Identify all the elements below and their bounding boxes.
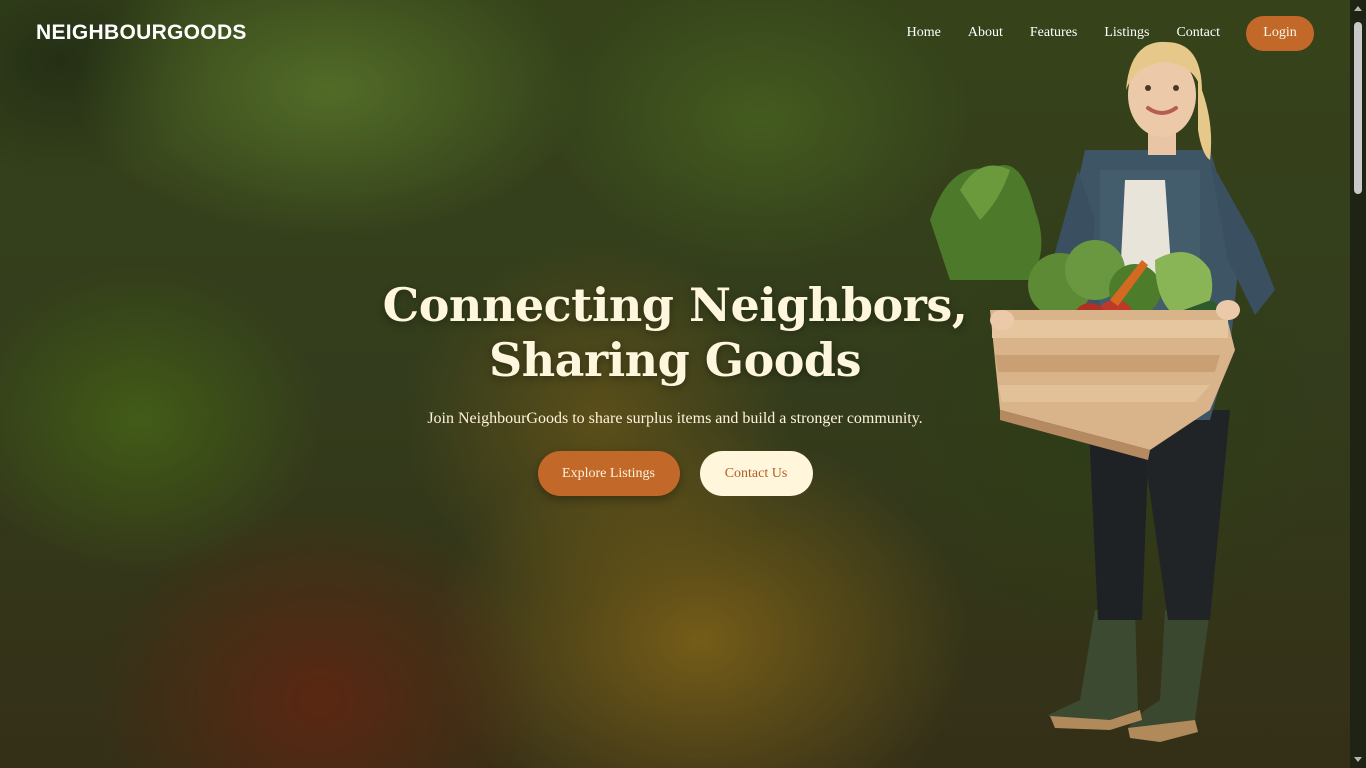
nav-contact-link[interactable]: Contact [1176,25,1220,41]
nav-links: Home About Features Listings Contact Log… [880,15,1314,51]
scroll-down-arrow-icon[interactable] [1354,757,1362,762]
nav-home-link[interactable]: Home [907,25,941,41]
navbar: NEIGHBOURGOODS Home About Features Listi… [0,0,1350,66]
hero-section: Connecting Neighbors, Sharing Goods Join… [0,278,1350,496]
hero-title: Connecting Neighbors, Sharing Goods [0,278,1350,388]
nav-about-link[interactable]: About [968,25,1003,41]
scroll-up-arrow-icon[interactable] [1354,6,1362,11]
contact-us-button[interactable]: Contact Us [699,451,813,496]
hero-title-line-1: Connecting Neighbors, [382,278,968,332]
hero-subtitle: Join NeighbourGoods to share surplus ite… [427,410,923,427]
scroll-thumb[interactable] [1354,22,1362,194]
login-button[interactable]: Login [1246,15,1314,51]
explore-listings-button[interactable]: Explore Listings [537,451,680,496]
brand-logo[interactable]: NEIGHBOURGOODS [36,21,247,45]
hero-buttons: Explore Listings Contact Us [0,451,1350,496]
nav-listings-link[interactable]: Listings [1104,25,1149,41]
hero-title-line-2: Sharing Goods [488,333,862,387]
nav-features-link[interactable]: Features [1030,25,1077,41]
vertical-scrollbar[interactable] [1350,0,1366,768]
